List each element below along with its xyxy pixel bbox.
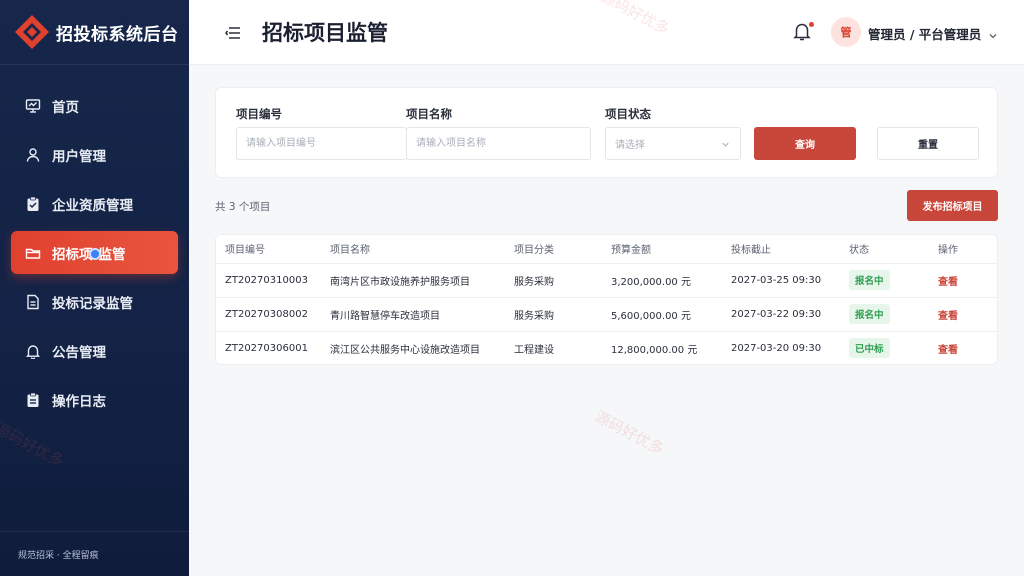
sidebar: 招投标系统后台 首页 用户管理 企业资质管理 招标项 监管 投标记录监管 公告管… — [0, 0, 189, 576]
sidebar-item-label-part: 招标项 — [52, 246, 93, 263]
project-code-cell: ZT20270310003 — [225, 274, 308, 286]
project-name-cell: 南湾片区市政设施养护服务项目 — [330, 276, 470, 288]
project-code-cell: ZT20270308002 — [225, 308, 308, 320]
chart-board-icon — [25, 98, 41, 114]
sidebar-item-announcements[interactable]: 公告管理 — [11, 329, 178, 372]
column-header: 投标截止 — [731, 235, 849, 264]
column-header: 项目名称 — [330, 235, 514, 264]
sidebar-item-label: 投标记录监管 — [52, 295, 133, 312]
view-link[interactable]: 查看 — [938, 345, 958, 356]
project-status-select[interactable]: 请选择 — [605, 127, 741, 160]
deadline-cell: 2027-03-25 09:30 — [731, 274, 822, 286]
status-cell: 报名中 — [849, 263, 938, 297]
sidebar-item-operation-logs[interactable]: 操作日志 — [11, 378, 178, 421]
sidebar-item-label-part: 监管 — [98, 246, 126, 263]
project-name-input[interactable] — [406, 127, 591, 160]
table-row: ZT20270306001 滨江区公共服务中心设施改造项目 工程建设 12,80… — [216, 331, 997, 364]
watermark: 源码好优多 — [591, 407, 667, 459]
sidebar-item-label: 操作日志 — [52, 393, 106, 410]
category-cell: 服务采购 — [514, 310, 554, 322]
document-icon — [25, 294, 41, 310]
avatar[interactable]: 管 — [831, 17, 861, 47]
deadline-cell: 2027-03-22 09:30 — [731, 308, 822, 320]
status-badge: 报名中 — [849, 304, 890, 324]
sidebar-item-label: 公告管理 — [52, 344, 106, 361]
top-header: 招标项目监管 管 管理员 / 平台管理员 — [189, 0, 1024, 65]
status-badge: 已中标 — [849, 338, 890, 359]
sidebar-item-label: 首页 — [52, 99, 79, 116]
clipboard-list-icon — [25, 392, 41, 408]
clipboard-check-icon — [25, 196, 41, 212]
project-name-cell: 滨江区公共服务中心设施改造项目 — [330, 344, 480, 356]
budget-cell: 12,800,000.00 元 — [611, 344, 698, 356]
budget-cell: 5,600,000.00 元 — [611, 310, 691, 322]
sidebar-item-label: 企业资质管理 — [52, 197, 133, 214]
query-button[interactable]: 查询 — [754, 127, 856, 160]
column-header: 项目分类 — [514, 235, 611, 264]
status-cell: 已中标 — [849, 331, 938, 364]
deadline-cell: 2027-03-20 09:30 — [731, 342, 822, 354]
user-name[interactable]: 管理员 / 平台管理员 — [868, 24, 981, 43]
select-placeholder: 请选择 — [615, 140, 645, 151]
sidebar-item-bid-records[interactable]: 投标记录监管 — [11, 280, 178, 323]
chevron-down-icon[interactable] — [988, 26, 998, 39]
status-cell: 报名中 — [849, 297, 938, 331]
project-code-label: 项目编号 — [236, 107, 282, 121]
reset-button[interactable]: 重置 — [877, 127, 979, 160]
view-link[interactable]: 查看 — [938, 277, 958, 288]
column-header: 操作 — [938, 235, 997, 264]
sidebar-nav: 首页 用户管理 企业资质管理 招标项 监管 投标记录监管 公告管理 操作日志 — [0, 65, 189, 421]
project-code-cell: ZT20270306001 — [225, 342, 308, 354]
project-name-label: 项目名称 — [406, 107, 452, 121]
project-name-cell: 青川路智慧停车改造项目 — [330, 310, 440, 322]
category-cell: 服务采购 — [514, 276, 554, 288]
project-code-input[interactable] — [236, 127, 407, 160]
sidebar-item-bid-projects[interactable]: 招标项 监管 — [11, 231, 178, 274]
cursor-icon — [88, 247, 101, 260]
column-header: 状态 — [849, 235, 938, 264]
sidebar-item-label: 用户管理 — [52, 148, 106, 165]
table-row: ZT20270310003 南湾片区市政设施养护服务项目 服务采购 3,200,… — [216, 263, 997, 297]
brand-title: 招投标系统后台 — [56, 24, 179, 45]
status-badge: 报名中 — [849, 270, 890, 290]
column-header: 项目编号 — [216, 235, 330, 264]
sidebar-item-qualification[interactable]: 企业资质管理 — [11, 182, 178, 225]
column-header: 预算金额 — [611, 235, 731, 264]
publish-bid-project-button[interactable]: 发布招标项目 — [907, 190, 998, 221]
sidebar-item-home[interactable]: 首页 — [11, 84, 178, 127]
budget-cell: 3,200,000.00 元 — [611, 276, 691, 288]
menu-toggle-icon[interactable] — [225, 25, 241, 39]
table-header-row: 项目编号 项目名称 项目分类 预算金额 投标截止 状态 操作 — [216, 235, 997, 264]
user-icon — [25, 147, 41, 163]
sidebar-footer: 规范招采 · 全程留痕 — [0, 531, 189, 576]
view-link[interactable]: 查看 — [938, 311, 958, 322]
action-cell: 查看 — [938, 297, 997, 331]
action-cell: 查看 — [938, 263, 997, 297]
sidebar-item-label: 招标项 监管 — [52, 243, 126, 263]
action-cell: 查看 — [938, 331, 997, 364]
chevron-down-icon — [721, 140, 730, 149]
bell-icon — [25, 343, 41, 359]
category-cell: 工程建设 — [514, 344, 554, 356]
notification-dot — [809, 22, 814, 27]
projects-table: 项目编号 项目名称 项目分类 预算金额 投标截止 状态 操作 ZT2027031… — [215, 234, 998, 365]
project-count: 共 3 个项目 — [215, 201, 271, 213]
project-status-label: 项目状态 — [605, 107, 651, 121]
brand: 招投标系统后台 — [0, 0, 189, 65]
brand-logo-icon — [14, 14, 50, 50]
table-row: ZT20270308002 青川路智慧停车改造项目 服务采购 5,600,000… — [216, 297, 997, 331]
filter-panel: 项目编号 项目名称 项目状态 请选择 查询 重置 — [215, 87, 998, 178]
page-title: 招标项目监管 — [262, 21, 388, 45]
folder-icon — [25, 245, 41, 261]
sidebar-item-users[interactable]: 用户管理 — [11, 133, 178, 176]
